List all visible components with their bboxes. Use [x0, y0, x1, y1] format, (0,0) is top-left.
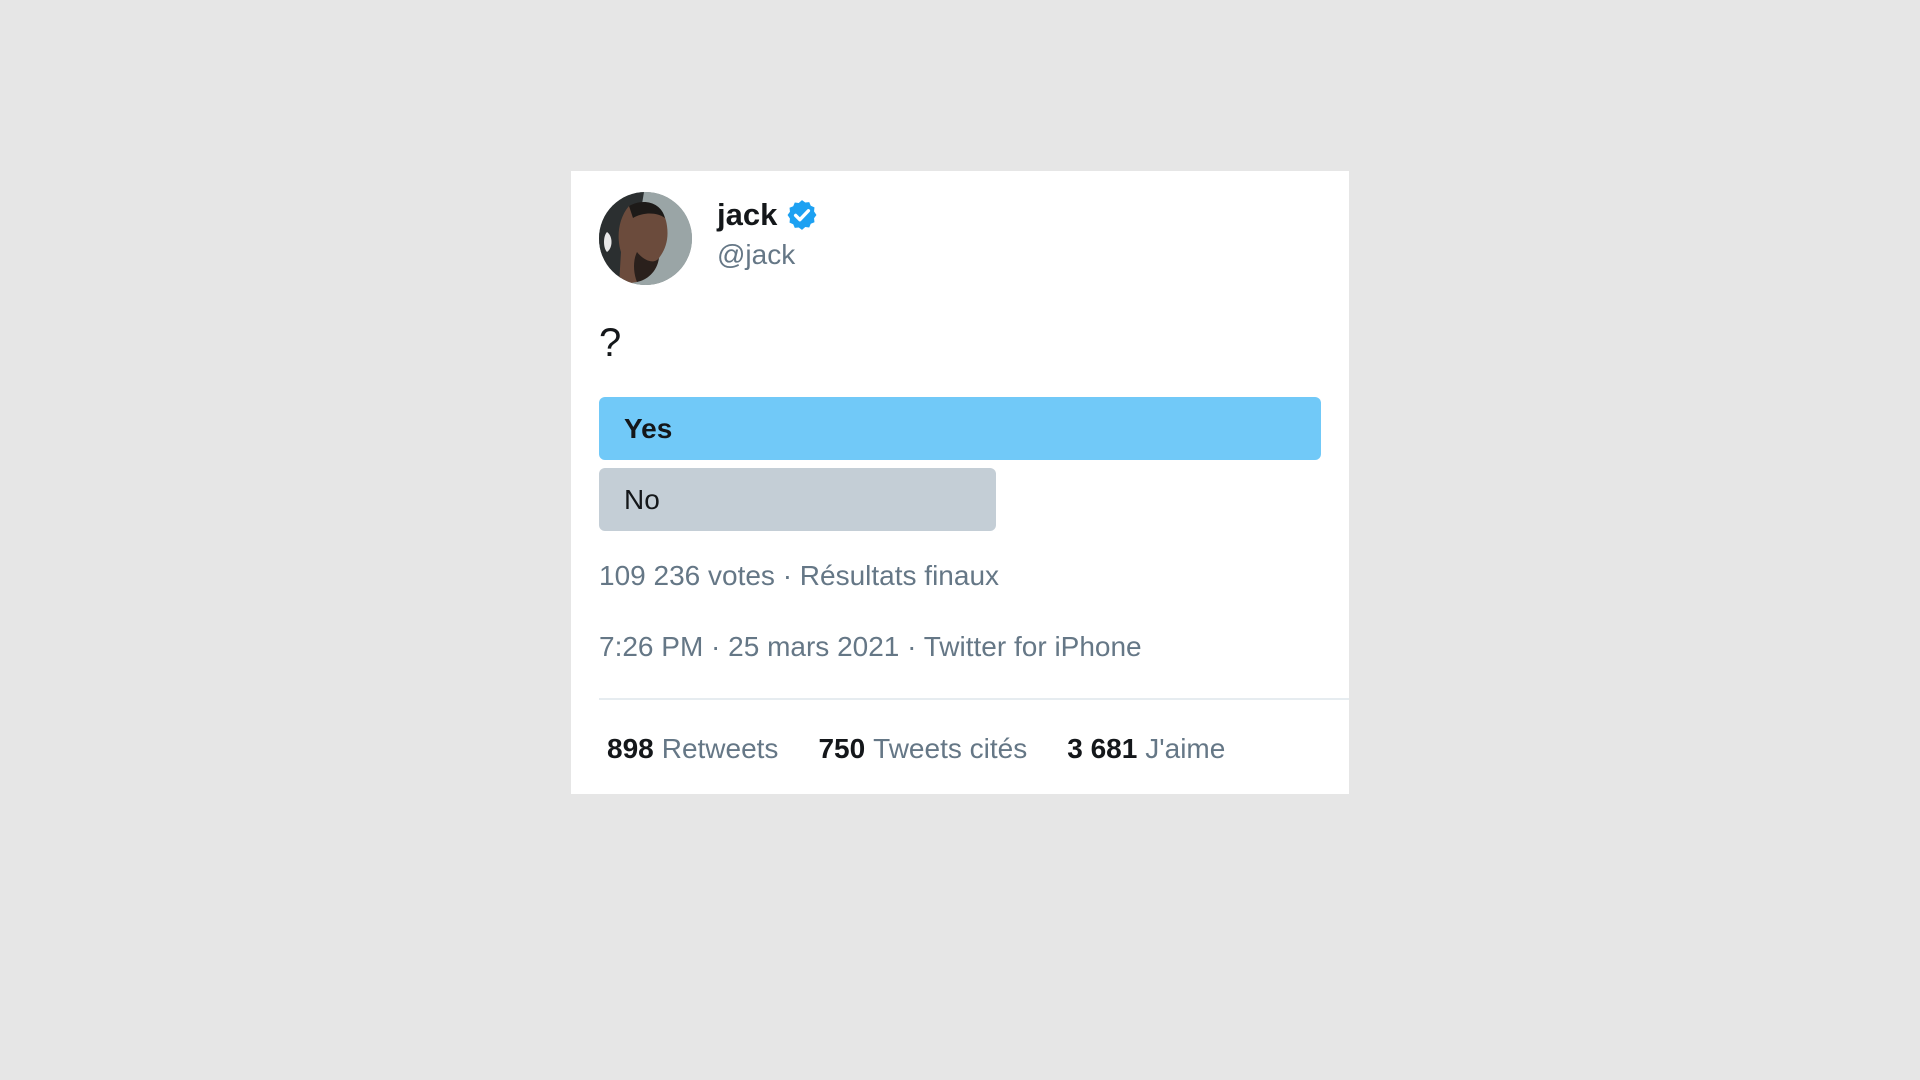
engagement-stats: 898 Retweets 750 Tweets cités 3 681 J'aime	[607, 733, 1225, 765]
tweet-timestamp[interactable]: 7:26 PM · 25 mars 2021 · Twitter for iPh…	[599, 631, 1142, 663]
poll-option-label: Yes	[624, 412, 673, 444]
tweet-text: ?	[599, 321, 622, 365]
verified-badge-icon	[787, 200, 817, 230]
tweet-card: jack @jack ? Yes No 109 236 votes · Résu…	[571, 171, 1349, 794]
poll-option-yes: Yes	[599, 397, 1321, 460]
poll-option-no: No	[599, 468, 996, 531]
divider	[599, 698, 1349, 700]
display-name[interactable]: jack	[717, 197, 777, 233]
avatar-photo	[599, 192, 692, 285]
quote-tweets-stat[interactable]: 750 Tweets cités	[818, 733, 1027, 765]
retweets-count: 898	[607, 733, 654, 764]
user-handle[interactable]: @jack	[717, 239, 795, 271]
likes-count: 3 681	[1067, 733, 1138, 764]
quote-tweets-label: Tweets cités	[873, 733, 1028, 764]
retweets-stat[interactable]: 898 Retweets	[607, 733, 778, 765]
avatar[interactable]	[599, 192, 692, 285]
quote-tweets-count: 750	[818, 733, 866, 764]
poll-option-label: No	[624, 483, 660, 515]
retweets-label: Retweets	[661, 733, 779, 764]
poll-results-summary: 109 236 votes · Résultats finaux	[599, 560, 1000, 591]
likes-label: J'aime	[1145, 733, 1226, 764]
likes-stat[interactable]: 3 681 J'aime	[1067, 733, 1225, 765]
name-row: jack	[717, 197, 819, 233]
